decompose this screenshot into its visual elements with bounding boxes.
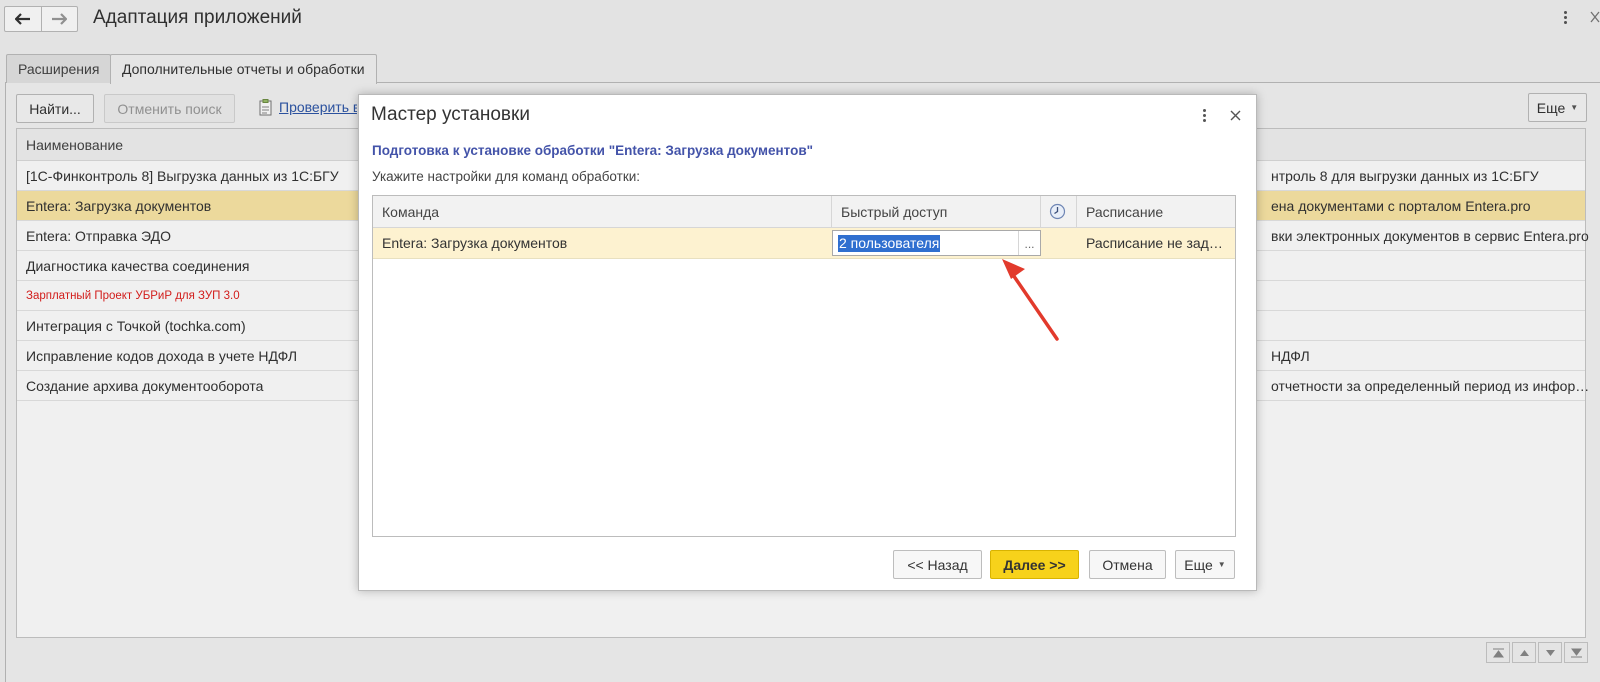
- column-header-clock[interactable]: [1041, 196, 1077, 227]
- command-row[interactable]: Entera: Загрузка документов 2 пользовате…: [373, 228, 1235, 259]
- dialog-more-button[interactable]: Еще ▼: [1175, 550, 1235, 579]
- dialog-more-label: Еще: [1184, 556, 1213, 573]
- annotation-arrow-icon: [1002, 259, 1059, 341]
- install-wizard-dialog: Мастер установки Подготовка к установке …: [358, 94, 1257, 591]
- choose-button[interactable]: ...: [1018, 231, 1040, 255]
- dialog-subtitle: Подготовка к установке обработки "Entera…: [372, 143, 814, 158]
- schedule-value[interactable]: Расписание не зад…: [1077, 228, 1235, 258]
- command-name: Entera: Загрузка документов: [382, 235, 568, 251]
- quick-access-field[interactable]: 2 пользователя ...: [832, 230, 1041, 256]
- dialog-title: Мастер установки: [371, 104, 530, 125]
- quick-access-value: 2 пользователя: [838, 235, 941, 252]
- chevron-down-icon: ▼: [1217, 560, 1226, 569]
- back-button[interactable]: << Назад: [893, 550, 982, 579]
- dialog-menu-icon[interactable]: [1203, 109, 1206, 122]
- column-header-command[interactable]: Команда: [373, 196, 832, 227]
- column-header-schedule[interactable]: Расписание: [1077, 196, 1235, 227]
- dialog-hint: Укажите настройки для команд обработки:: [372, 169, 641, 184]
- commands-table-header: Команда Быстрый доступ Расписание: [373, 196, 1235, 228]
- column-header-quick-access[interactable]: Быстрый доступ: [832, 196, 1041, 227]
- clock-icon: [1049, 203, 1066, 220]
- commands-table: Команда Быстрый доступ Расписание Entera…: [372, 195, 1236, 537]
- next-button[interactable]: Далее >>: [990, 550, 1079, 579]
- cancel-button[interactable]: Отмена: [1089, 550, 1166, 579]
- dialog-close-icon[interactable]: [1230, 110, 1241, 121]
